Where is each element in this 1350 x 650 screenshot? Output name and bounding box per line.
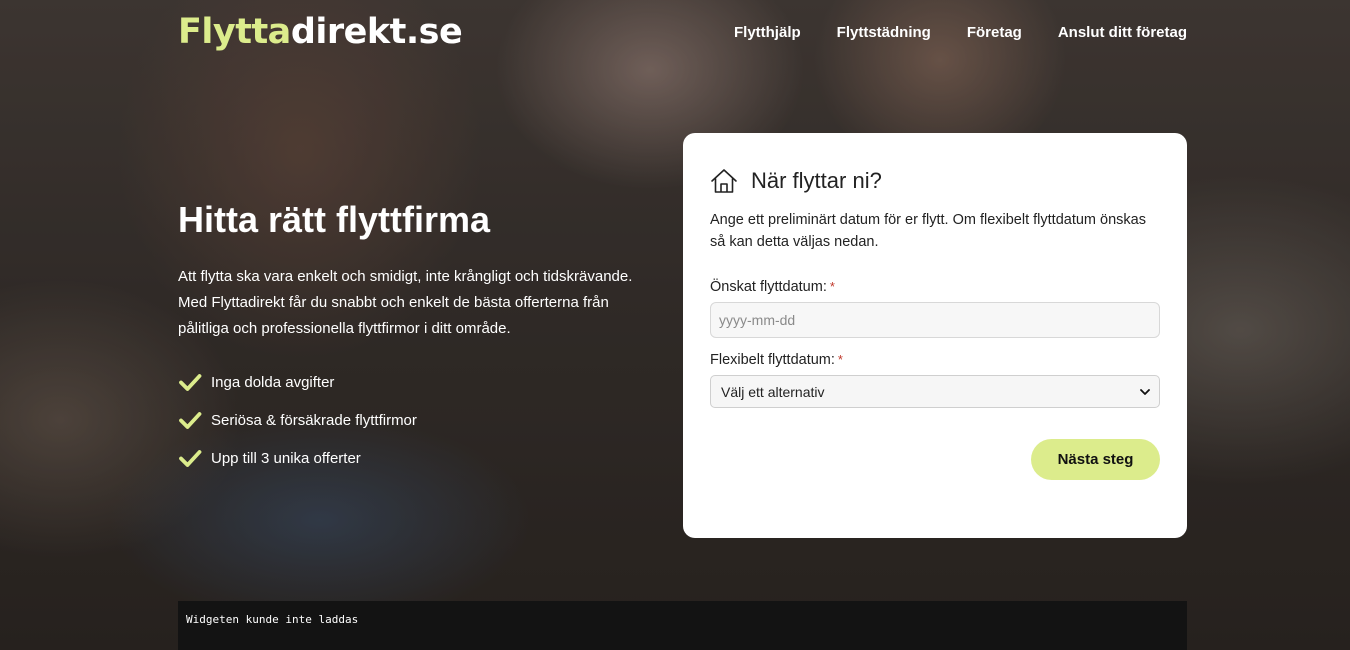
form-description: Ange ett preliminärt datum för er flytt.…	[710, 212, 1146, 250]
flex-field-label: Flexibelt flyttdatum: *	[710, 352, 1160, 368]
check-icon	[179, 450, 202, 467]
logo-accent-text: Flytta	[178, 12, 291, 52]
flex-label-text: Flexibelt flyttdatum:	[710, 352, 835, 368]
benefit-label: Inga dolda avgifter	[211, 373, 335, 391]
nav-link-foretag[interactable]: Företag	[967, 24, 1022, 42]
check-icon	[179, 374, 202, 391]
date-field-label: Önskat flyttdatum: *	[710, 279, 1160, 295]
move-date-form-card: När flyttar ni? Ange ett preliminärt dat…	[683, 133, 1187, 538]
nav-link-anslut-ditt-foretag[interactable]: Anslut ditt företag	[1058, 24, 1187, 42]
form-title: När flyttar ni?	[751, 168, 882, 193]
widget-error-bar: Widgeten kunde inte laddas	[178, 601, 1187, 650]
flexible-date-selected-value: Välj ett alternativ	[721, 383, 825, 400]
benefits-list: Inga dolda avgifter Seriösa & försäkrade…	[178, 370, 417, 484]
nav-link-flytthjalp[interactable]: Flytthjälp	[734, 24, 801, 42]
benefit-label: Upp till 3 unika offerter	[211, 449, 361, 467]
benefit-item: Seriösa & försäkrade flyttfirmor	[178, 408, 417, 432]
next-step-button[interactable]: Nästa steg	[1031, 439, 1160, 480]
required-marker: *	[829, 279, 835, 294]
site-logo[interactable]: Flyttadirekt.se	[178, 10, 463, 54]
main-navigation: Flytthjälp Flyttstädning Företag Anslut …	[734, 24, 1187, 42]
house-icon	[711, 169, 737, 193]
check-icon	[179, 412, 202, 429]
hero-section: Flyttadirekt.se Flytthjälp Flyttstädning…	[0, 0, 1350, 650]
chevron-down-icon	[1140, 389, 1150, 395]
hero-headline: Hitta rätt flyttfirma	[178, 199, 491, 240]
required-marker: *	[837, 352, 843, 367]
logo-text: direkt.se	[290, 12, 463, 52]
nav-link-flyttstadning[interactable]: Flyttstädning	[837, 24, 931, 42]
flexible-date-select[interactable]: Välj ett alternativ	[710, 375, 1160, 408]
date-label-text: Önskat flyttdatum:	[710, 279, 827, 295]
widget-error-message: Widgeten kunde inte laddas	[186, 613, 359, 626]
benefit-label: Seriösa & försäkrade flyttfirmor	[211, 411, 417, 429]
benefit-item: Inga dolda avgifter	[178, 370, 417, 394]
form-header: När flyttar ni?	[710, 167, 1160, 195]
move-date-input[interactable]	[710, 302, 1160, 338]
hero-intro: Att flytta ska vara enkelt och smidigt, …	[178, 268, 633, 337]
benefit-item: Upp till 3 unika offerter	[178, 446, 417, 470]
